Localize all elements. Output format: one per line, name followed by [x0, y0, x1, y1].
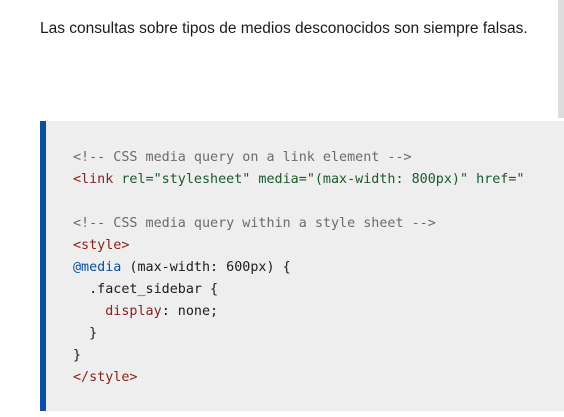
code-line-4: <!-- CSS media query within a style shee…: [73, 213, 525, 235]
code-media-condition: (max-width: 600px) {: [121, 260, 291, 275]
code-media-value: "(max-width: 800px)": [306, 172, 469, 187]
code-property: display: [73, 304, 162, 319]
code-listing: <!-- CSS media query on a link element -…: [73, 147, 525, 389]
code-close-outer: }: [73, 348, 82, 363]
scrollbar-edge: [558, 0, 564, 118]
code-link-tag: <link: [73, 172, 114, 187]
code-line-7: .facet_sidebar {: [73, 279, 525, 301]
code-example-block: <!-- CSS media query on a link element -…: [40, 121, 564, 411]
code-media-attr: media=: [250, 172, 307, 187]
code-comment-link: <!-- CSS media query on a link element -…: [73, 150, 412, 165]
code-line-10: }: [73, 345, 525, 367]
code-line-5: <style>: [73, 235, 525, 257]
code-style-close: </style>: [73, 370, 138, 385]
code-close-inner: }: [73, 326, 98, 341]
code-style-open: <style>: [73, 238, 130, 253]
intro-paragraph: Las consultas sobre tipos de medios desc…: [40, 20, 528, 37]
code-line-8: display: none;: [73, 301, 525, 323]
code-property-value: : none;: [161, 304, 219, 319]
code-comment-style: <!-- CSS media query within a style shee…: [73, 216, 436, 231]
code-line-9: }: [73, 323, 525, 345]
code-line-6: @media (max-width: 600px) {: [73, 257, 525, 279]
code-at-media: @media: [73, 260, 122, 275]
code-rel-value: "stylesheet": [153, 172, 251, 187]
page: Las consultas sobre tipos de medios desc…: [0, 0, 564, 417]
code-href-attr: href=": [468, 172, 525, 187]
code-line-11: </style>: [73, 367, 525, 389]
code-rel-attr: rel=: [113, 172, 154, 187]
code-selector: .facet_sidebar {: [73, 282, 219, 297]
code-line-2: <link rel="stylesheet" media="(max-width…: [73, 169, 525, 191]
code-line-1: <!-- CSS media query on a link element -…: [73, 147, 525, 169]
